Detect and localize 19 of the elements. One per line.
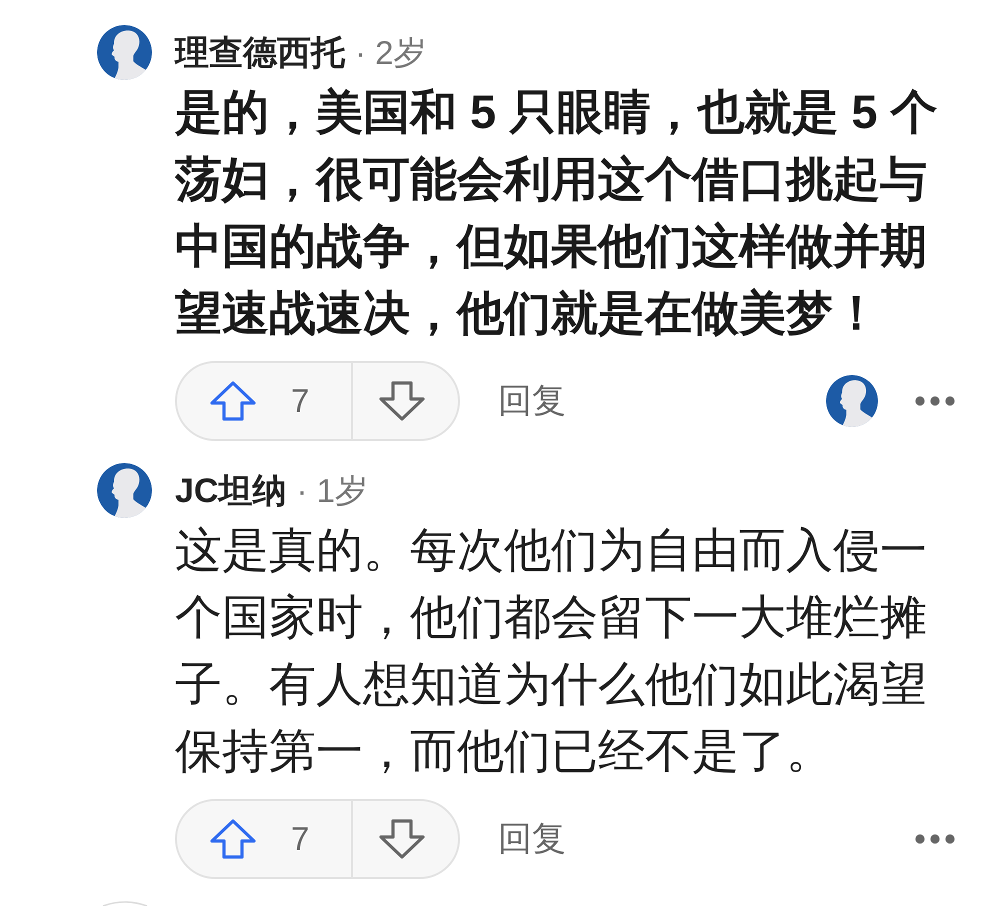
avatar-icon[interactable] [97, 25, 152, 80]
upvote-icon [210, 381, 256, 421]
upvote-icon [210, 819, 256, 859]
reply-button[interactable]: 回复 [498, 816, 566, 862]
comment-text: 是的，美国和 5 只眼睛，也就是 5 个荡妇，很可能会利用这个借口挑起与中国的战争，但如果他们这样做并期望速战速决，他们就是在做美梦！ [175, 84, 939, 341]
avatar-icon[interactable] [97, 463, 152, 518]
comment-age: · 1岁 [296, 470, 368, 510]
author-name[interactable]: JC坦纳 [175, 470, 286, 510]
upvote-button[interactable]: 7 [177, 801, 353, 877]
downvote-icon [378, 381, 424, 421]
avatar-icon[interactable] [826, 375, 878, 427]
more-icon[interactable] [915, 834, 955, 844]
comment-text: 这是真的。每次他们为自由而入侵一个国家时，他们都会留下一大堆烂摊子。有人想知道为什么他们如此渴望保持第一，而他们已经不是了。 [175, 522, 928, 779]
comment-age: · 2岁 [355, 32, 427, 72]
upvote-button[interactable]: 7 [177, 363, 353, 439]
downvote-icon [378, 819, 424, 859]
author-name[interactable]: 理查德西托 [175, 32, 345, 72]
more-icon[interactable] [915, 396, 955, 406]
reply-button[interactable]: 回复 [498, 378, 566, 424]
